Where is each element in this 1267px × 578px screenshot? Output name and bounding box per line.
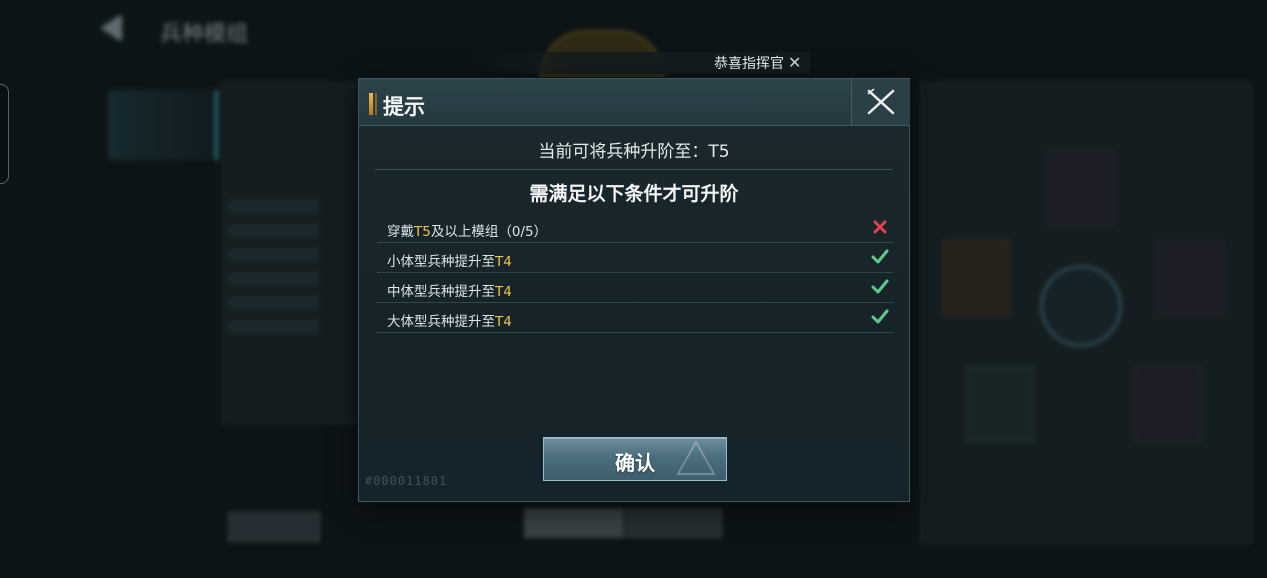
sidebar-tab-small[interactable]: [108, 90, 218, 160]
module-slot[interactable]: [1048, 150, 1116, 226]
module-slot[interactable]: [966, 366, 1034, 442]
back-arrow-icon[interactable]: [100, 14, 122, 42]
requirements-heading: 需满足以下条件才可升阶: [529, 183, 739, 205]
edge-handle: [0, 84, 9, 184]
requirement-row: 中体型兵种提升至T4: [377, 273, 893, 303]
module-slot[interactable]: [942, 240, 1010, 316]
requirement-row: 大体型兵种提升至T4: [377, 303, 893, 333]
title-accent-bar: [369, 93, 373, 115]
stat-row: [228, 224, 318, 238]
close-button[interactable]: [851, 79, 910, 125]
requirements-list: 穿戴T5及以上模组（0/5） 小体型兵种提升至T4 中体型兵种提升至T4 大体型…: [377, 213, 893, 333]
sidebar-tab-large[interactable]: [108, 250, 218, 320]
background-page-title: 兵种模组: [160, 22, 249, 47]
background-button[interactable]: [626, 508, 722, 538]
close-icon: [867, 88, 895, 115]
requirement-row: 穿戴T5及以上模组（0/5）: [377, 213, 893, 243]
toast-message: 恭喜指挥官: [714, 56, 784, 72]
stat-row: [228, 200, 318, 214]
title-accent-bar: [375, 93, 377, 115]
stat-row: [228, 320, 318, 334]
dialog-header: 提示: [359, 79, 910, 126]
checkmark-icon: [871, 309, 889, 324]
upgrade-target-text: 当前可将兵种升阶至：T5: [538, 142, 730, 162]
requirement-text: 中体型兵种提升至T4: [387, 284, 512, 300]
sidebar-tab-medium[interactable]: [108, 170, 218, 240]
cross-icon: [873, 220, 887, 234]
confirm-button[interactable]: 确认: [543, 437, 727, 481]
dialog-title: 提示: [383, 94, 425, 119]
background-button[interactable]: [524, 508, 624, 538]
requirement-text: 小体型兵种提升至T4: [387, 254, 512, 270]
divider: [375, 169, 893, 170]
confirm-button-label: 确认: [615, 451, 655, 475]
watermark-id: #000011801: [365, 474, 448, 488]
requirement-text: 大体型兵种提升至T4: [387, 314, 512, 330]
requirement-row: 小体型兵种提升至T4: [377, 243, 893, 273]
module-hub: [1040, 265, 1122, 347]
stat-row: [228, 272, 318, 286]
toast-close-icon[interactable]: ✕: [788, 53, 801, 72]
stat-row: [228, 248, 318, 262]
background-button[interactable]: [228, 512, 320, 542]
checkmark-icon: [871, 249, 889, 264]
module-slot[interactable]: [1156, 240, 1224, 316]
requirement-text: 穿戴T5及以上模组（0/5）: [387, 224, 548, 240]
upgrade-tip-dialog: 提示 当前可将兵种升阶至：T5 需满足以下条件才可升阶 穿戴T5及以上模组（0/…: [358, 78, 910, 502]
checkmark-icon: [871, 279, 889, 294]
module-slot[interactable]: [1134, 366, 1202, 442]
stat-row: [228, 296, 318, 310]
